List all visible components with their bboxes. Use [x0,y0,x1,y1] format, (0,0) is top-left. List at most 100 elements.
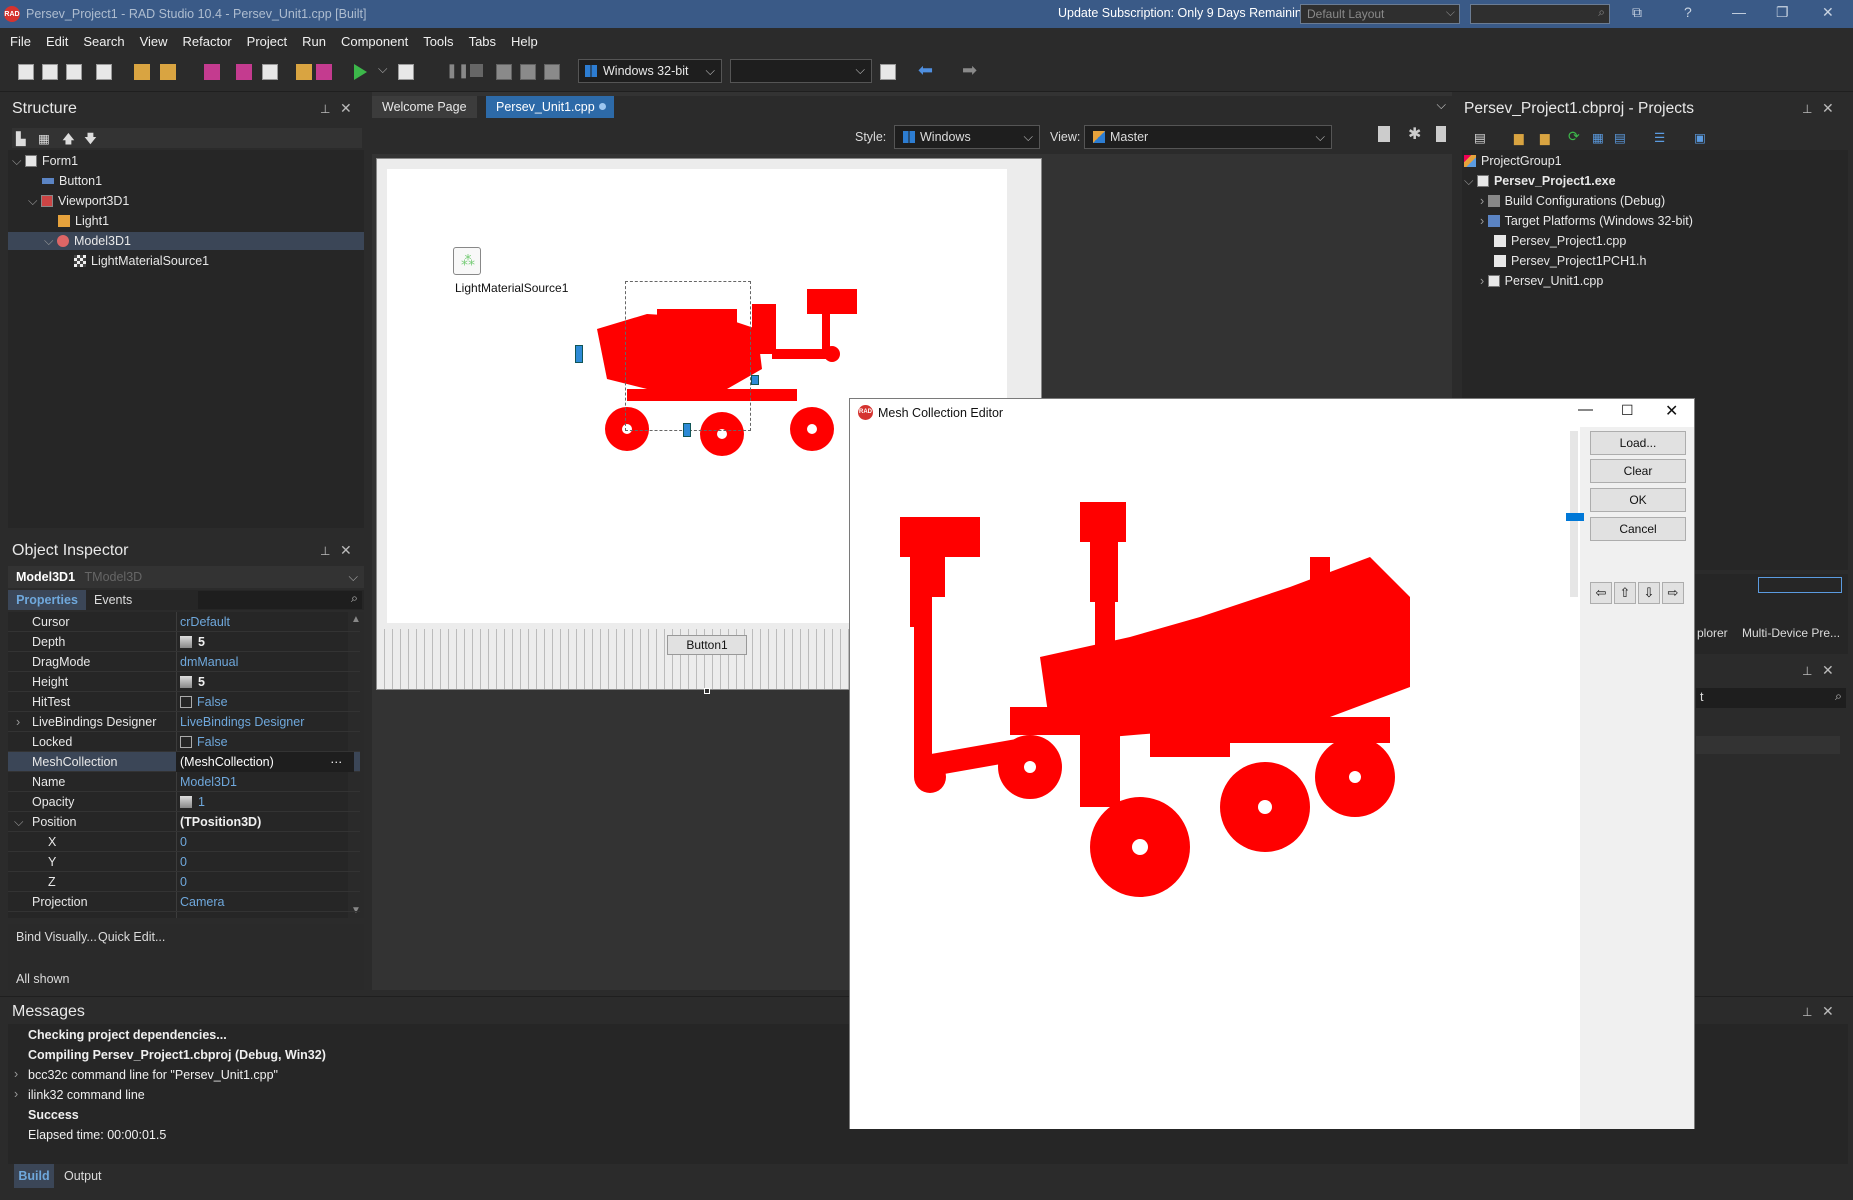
property-value[interactable]: Camera [180,892,224,912]
run-icon[interactable] [354,64,367,80]
arrow-up-icon[interactable]: ⇧ [1614,582,1636,604]
load-button[interactable]: Load... [1590,431,1686,455]
menu-search[interactable]: Search [83,34,124,49]
tab-persev-unit1[interactable]: Persev_Unit1.cpp [486,96,614,118]
device-icon[interactable] [880,64,896,80]
pin-icon[interactable]: ⊥ [320,102,330,116]
tree-item-light1[interactable]: Light1 [58,212,109,230]
projects-mini-input[interactable] [1758,577,1842,593]
arrow-left-icon[interactable]: ⇦ [1590,582,1612,604]
add-to-project-icon[interactable] [296,64,312,80]
property-value[interactable]: 0 [180,852,187,872]
platform-selector[interactable]: Windows 32-bit ⌵ [578,59,722,83]
menu-edit[interactable]: Edit [46,34,68,49]
menu-file[interactable]: File [10,34,31,49]
close-icon[interactable]: ✕ [1822,4,1834,21]
device-orientation-icon[interactable] [1436,126,1446,142]
layout-combo[interactable]: Default Layout ⌵ [1300,4,1460,24]
menu-component[interactable]: Component [341,34,408,49]
save-all-icon[interactable] [96,64,112,80]
minimize-icon[interactable]: — [1732,4,1746,20]
property-value[interactable]: False [180,692,228,712]
build-icon[interactable]: ▦ [1592,130,1604,145]
open-project-icon[interactable] [134,64,150,80]
tree-item-lightmaterialsource1[interactable]: LightMaterialSource1 [74,252,209,270]
ellipsis-button[interactable]: … [330,749,343,769]
open-file-icon[interactable] [66,64,82,80]
pin-icon[interactable]: ⊥ [1802,1005,1812,1019]
bind-visually-link[interactable]: Bind Visually... [16,930,97,944]
property-row[interactable]: DragMode dmManual [8,652,360,672]
close-icon[interactable]: ✕ [1822,1003,1834,1020]
pin-icon[interactable]: ⊥ [1802,102,1812,116]
menu-help[interactable]: Help [511,34,538,49]
mesh-preview[interactable] [850,427,1580,1129]
new-file-icon[interactable] [18,64,34,80]
tree-item-button1[interactable]: Button1 [42,172,102,190]
palette-search-input[interactable]: t ⌕ [1696,688,1846,708]
tree-item-project-cpp[interactable]: Persev_Project1.cpp [1494,232,1626,250]
property-value[interactable]: 0 [180,872,187,892]
reopen-icon[interactable] [160,64,176,80]
property-row[interactable]: Opacity 1 [8,792,360,812]
pin-icon[interactable]: ⊥ [1802,664,1812,678]
property-value[interactable]: 0 [180,832,187,852]
property-row[interactable]: Cursor crDefault [8,612,360,632]
property-row[interactable]: Y0 [8,852,360,872]
property-value[interactable]: 5 [180,672,205,692]
cancel-button[interactable]: Cancel [1590,517,1686,541]
tab-output[interactable]: Output [64,1164,102,1188]
close-icon[interactable]: ✕ [340,542,352,559]
arrow-down-icon[interactable]: ⇩ [1638,582,1660,604]
chevron-down-icon[interactable]: ⌵ [1437,98,1446,113]
message-line[interactable]: Success [28,1108,79,1122]
property-row[interactable]: ⌵ Position (TPosition3D) [8,812,360,832]
property-value[interactable]: Model3D1 [180,772,237,792]
property-value[interactable]: (MeshCollection) [176,752,354,772]
menu-tabs[interactable]: Tabs [469,34,496,49]
pin-icon[interactable]: ⊥ [320,544,330,558]
settings-icon[interactable]: ✱ [1408,124,1421,144]
sync-icon[interactable]: ⟳ [1568,128,1580,145]
checkbox[interactable] [180,736,192,748]
tree-item-projectgroup[interactable]: ProjectGroup1 [1464,152,1562,170]
property-value[interactable]: False [180,732,228,752]
property-row[interactable]: Projection Camera [8,892,360,912]
property-row[interactable]: Name Model3D1 [8,772,360,792]
ide-search-input[interactable]: ⌕ [1470,4,1610,24]
checkbox[interactable] [180,696,192,708]
property-row[interactable]: Z0 [8,872,360,892]
maximize-icon[interactable]: ☐ [1621,402,1634,419]
palette-category[interactable] [1696,736,1840,754]
chevron-right-icon[interactable]: › [16,712,20,732]
chevron-down-icon[interactable]: ⌵ [14,812,23,832]
tree-item-build-configurations[interactable]: › Build Configurations (Debug) [1480,192,1665,210]
run-dropdown-icon[interactable]: ⌵ [378,62,387,77]
chevron-right-icon[interactable]: › [14,1067,18,1081]
tab-explorer[interactable]: plorer [1697,626,1728,640]
trace-into-icon[interactable] [520,64,536,80]
tree-item-target-platforms[interactable]: › Target Platforms (Windows 32-bit) [1480,212,1693,230]
menu-project[interactable]: Project [247,34,287,49]
save-icon[interactable] [204,64,220,80]
run-without-debug-icon[interactable] [398,64,414,80]
add-folder-icon[interactable]: ▆ [1514,130,1524,145]
tab-properties[interactable]: Properties [8,590,86,610]
menu-view[interactable]: View [140,34,168,49]
message-line[interactable]: Checking project dependencies... [28,1028,227,1042]
zoom-slider-thumb[interactable] [1566,513,1584,521]
zoom-track[interactable] [1566,431,1584,597]
property-value[interactable]: dmManual [180,652,238,672]
forward-icon[interactable]: ➡ [962,60,977,81]
property-row-selected[interactable]: MeshCollection (MeshCollection)… [8,752,360,772]
minimize-icon[interactable]: — [1578,401,1593,418]
clear-button[interactable]: Clear [1590,459,1686,483]
help-insight-icon[interactable]: ⧉ [1632,4,1642,21]
new-items-icon[interactable] [42,64,58,80]
style-combo[interactable]: Windows ⌵ [894,125,1040,149]
step-over-icon[interactable] [496,64,512,80]
tree-item-model3d1[interactable]: ⌵ Model3D1 [8,232,364,250]
save-as-icon[interactable] [236,64,252,80]
quick-edit-link[interactable]: Quick Edit... [98,930,165,944]
menu-refactor[interactable]: Refactor [183,34,232,49]
